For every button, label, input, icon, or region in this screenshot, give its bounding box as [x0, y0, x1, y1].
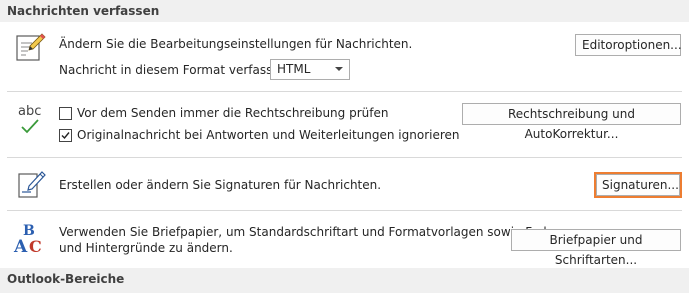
- svg-text:A: A: [13, 237, 28, 257]
- chevron-down-icon: [335, 67, 343, 71]
- divider: [7, 91, 682, 92]
- divider: [7, 210, 682, 211]
- message-format-select[interactable]: HTML: [270, 59, 350, 80]
- message-format-value: HTML: [277, 62, 311, 76]
- ignore-original-checkbox[interactable]: [59, 129, 72, 142]
- svg-text:C: C: [29, 237, 42, 256]
- signatures-description: Erstellen oder ändern Sie Signaturen für…: [59, 178, 382, 192]
- check-before-send-checkbox[interactable]: [59, 107, 72, 120]
- signature-icon: [17, 170, 47, 203]
- spelling-check-icon: abc: [16, 102, 46, 139]
- ignore-original-label: Originalnachricht bei Antworten und Weit…: [77, 128, 460, 142]
- compose-edit-icon: [14, 31, 46, 66]
- editor-options-button[interactable]: Editoroptionen...: [575, 34, 682, 56]
- stationery-description-line1: Verwenden Sie Briefpapier, um Standardsc…: [59, 225, 566, 239]
- divider: [7, 157, 682, 158]
- format-label: Nachricht in diesem Format verfassen:: [59, 63, 292, 77]
- stationery-description-line2: und Hintergründe zu ändern.: [59, 241, 233, 255]
- check-before-send-label: Vor dem Senden immer die Rechtschreibung…: [77, 106, 389, 120]
- signatures-button[interactable]: Signaturen...: [594, 172, 682, 198]
- abc-icon-text: abc: [18, 104, 41, 119]
- checkmark-icon: [61, 132, 70, 140]
- editor-description: Ändern Sie die Bearbeitungseinstellungen…: [59, 37, 413, 51]
- section-header-compose: Nachrichten verfassen: [0, 0, 689, 22]
- spelling-autocorrect-button[interactable]: Rechtschreibung und AutoKorrektur...: [462, 103, 681, 141]
- stationery-fonts-icon: B A C: [12, 221, 46, 260]
- section-header-outlook-panes: Outlook-Bereiche: [0, 268, 689, 293]
- stationery-fonts-button[interactable]: Briefpapier und Schriftarten...: [511, 229, 681, 267]
